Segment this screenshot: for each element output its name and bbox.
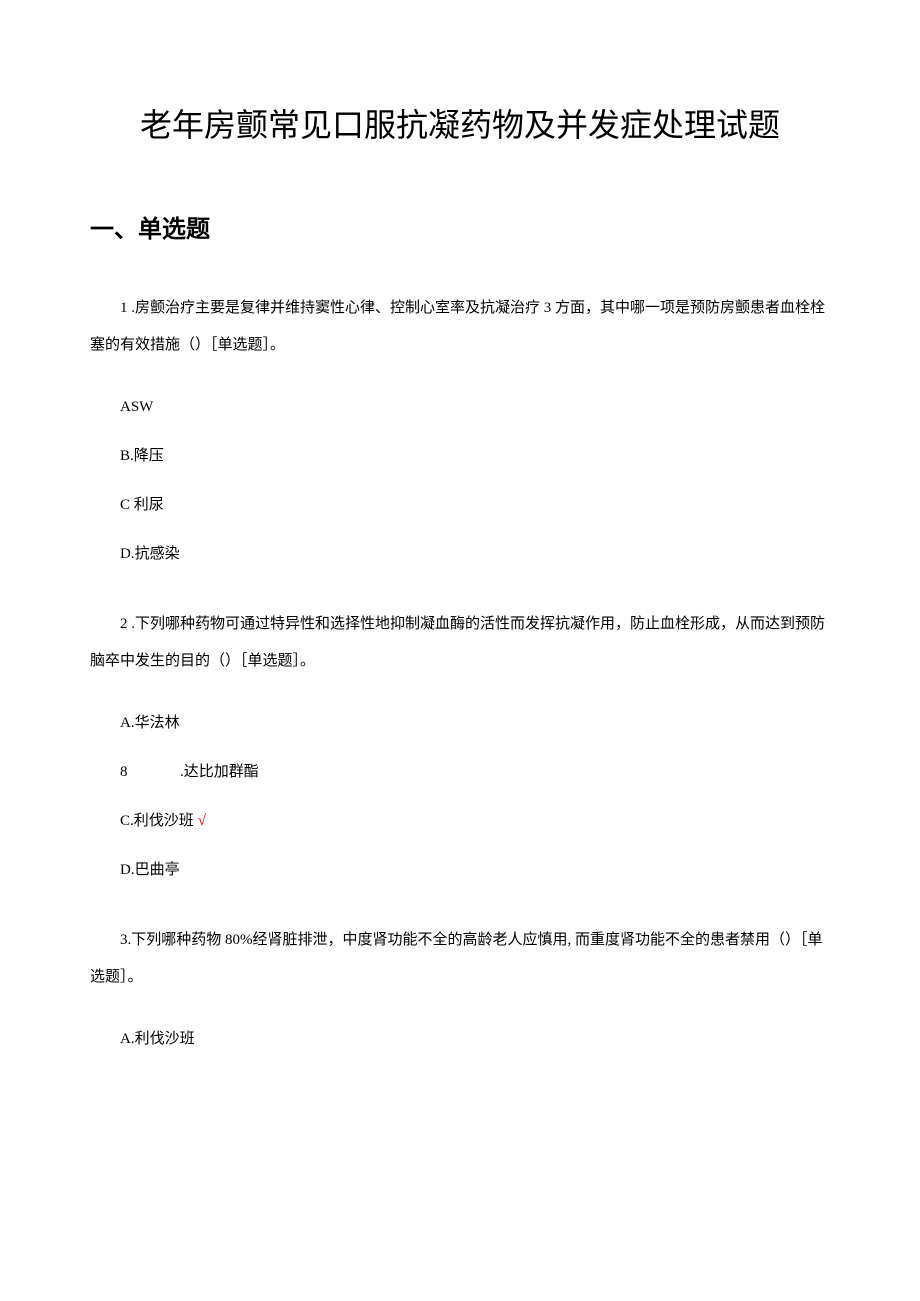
option-item: B.降压 (90, 444, 830, 468)
option-item: C.利伐沙班√ (90, 809, 830, 833)
option-item: D.巴曲亭 (90, 858, 830, 882)
option-label: C.利伐沙班 (120, 813, 194, 829)
option-item: D.抗感染 (90, 542, 830, 566)
question-block: 2 .下列哪种药物可通过特异性和选择性地抑制凝血酶的活性而发挥抗凝作用，防止血栓… (90, 606, 830, 882)
option-number: 8 (120, 760, 180, 784)
option-item: 8.达比加群酯 (90, 760, 830, 784)
option-item: ASW (90, 395, 830, 419)
option-text: .达比加群酯 (180, 764, 259, 780)
question-text: 3.下列哪种药物 80%经肾脏排泄，中度肾功能不全的高龄老人应慎用, 而重度肾功… (90, 922, 830, 997)
option-item: A.利伐沙班 (90, 1027, 830, 1051)
check-mark-icon: √ (198, 813, 206, 829)
page-title: 老年房颤常见口服抗凝药物及并发症处理试题 (90, 100, 830, 151)
question-block: 1 .房颤治疗主要是复律并维持窦性心律、控制心室率及抗凝治疗 3 方面，其中哪一… (90, 290, 830, 566)
question-block: 3.下列哪种药物 80%经肾脏排泄，中度肾功能不全的高龄老人应慎用, 而重度肾功… (90, 922, 830, 1051)
option-item: A.华法林 (90, 711, 830, 735)
option-item: C 利尿 (90, 493, 830, 517)
section-header: 一、单选题 (90, 211, 830, 249)
question-text: 2 .下列哪种药物可通过特异性和选择性地抑制凝血酶的活性而发挥抗凝作用，防止血栓… (90, 606, 830, 681)
question-text: 1 .房颤治疗主要是复律并维持窦性心律、控制心室率及抗凝治疗 3 方面，其中哪一… (90, 290, 830, 365)
